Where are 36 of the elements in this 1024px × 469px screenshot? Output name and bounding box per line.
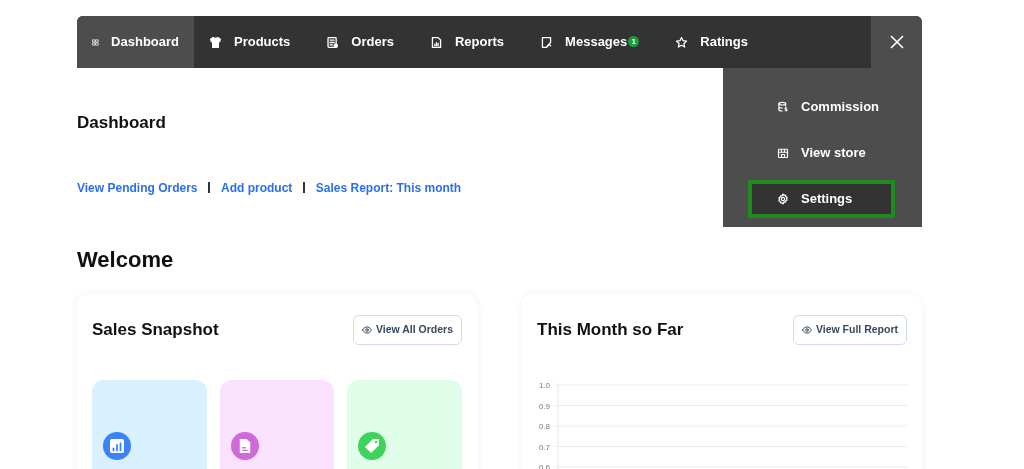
menu-item[interactable]: Commission [748, 88, 895, 126]
nav-tab[interactable]: Products [194, 16, 306, 68]
quick-link[interactable]: View Pending Orders [77, 178, 198, 197]
star-icon [675, 35, 689, 49]
outline-button[interactable]: View All Orders [352, 314, 462, 345]
tick-label: 0.6 [538, 462, 550, 469]
nav-tab[interactable]: Messages 1 [525, 16, 655, 68]
list-icon [326, 35, 340, 49]
close-icon [888, 34, 905, 50]
nav-tab[interactable]: Ratings [660, 16, 763, 68]
tick-label: 0.7 [538, 442, 550, 451]
quick-link[interactable]: Add product [221, 178, 293, 197]
shirt-icon [209, 35, 222, 49]
nav-tab[interactable]: Dashboard [77, 16, 194, 68]
nav-tab[interactable]: Reports [415, 16, 520, 68]
page-title: Dashboard [77, 112, 166, 134]
menu-item[interactable]: Settings [748, 180, 895, 218]
tick-label: 0.9 [538, 401, 550, 410]
coins-icon [777, 101, 789, 113]
eye-icon [801, 324, 812, 335]
close-button[interactable] [871, 16, 922, 68]
card-title: Sales Snapshot [92, 318, 219, 341]
count-badge: 1 [628, 35, 640, 47]
report-icon [430, 35, 443, 49]
settings-icon [777, 193, 789, 205]
eye-icon [361, 324, 372, 335]
tick-label: 0.8 [538, 421, 550, 431]
quick-link[interactable]: Sales Report: This month [315, 178, 462, 197]
store-icon [777, 147, 789, 159]
welcome-heading: Welcome [77, 245, 174, 274]
tick-label: 1.0 [538, 380, 550, 390]
menu-item[interactable]: View store [748, 134, 895, 172]
card-title: This Month so Far [537, 318, 684, 341]
note-icon [540, 35, 554, 49]
outline-button[interactable]: View Full Report [792, 314, 907, 345]
nav-tab[interactable]: Orders [311, 16, 409, 68]
